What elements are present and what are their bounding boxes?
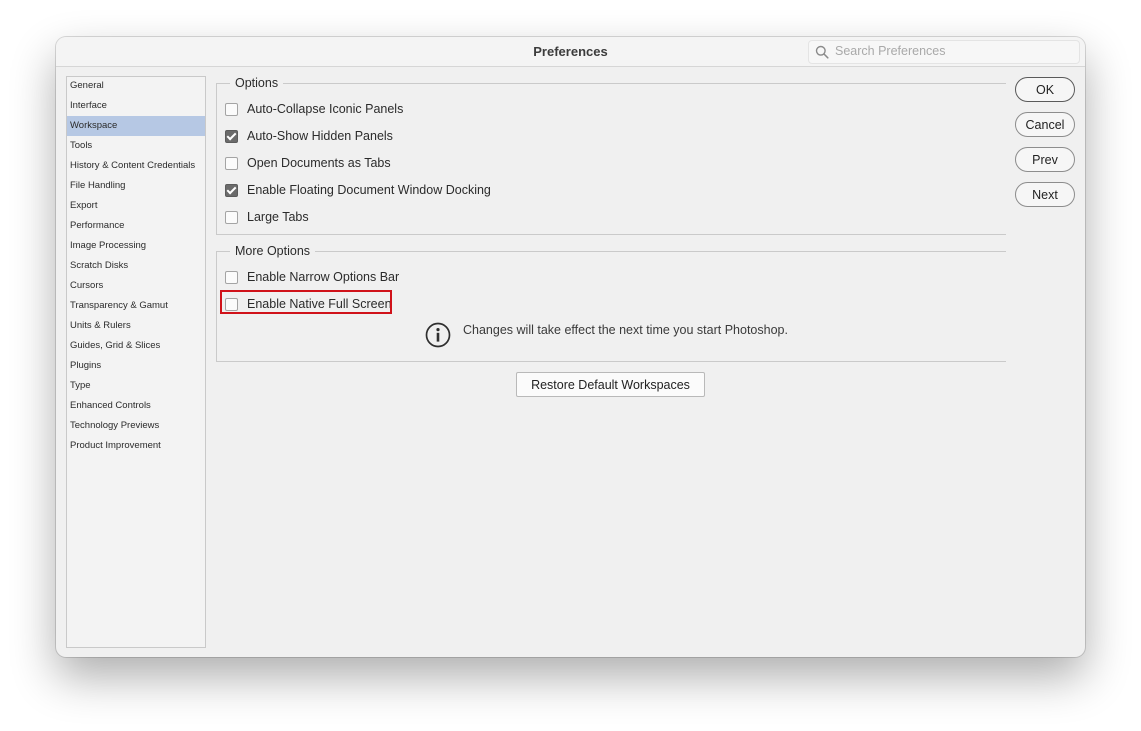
sidebar-item-history-content-credentials[interactable]: History & Content Credentials xyxy=(67,156,205,176)
option-label: Enable Narrow Options Bar xyxy=(247,270,400,284)
native-full-screen-highlight xyxy=(220,290,392,314)
info-icon xyxy=(425,322,451,348)
sidebar-item-type[interactable]: Type xyxy=(67,376,205,396)
option-enable-floating-document-window-docking[interactable]: Enable Floating Document Window Docking xyxy=(225,180,491,200)
sidebar-item-transparency-gamut[interactable]: Transparency & Gamut xyxy=(67,296,205,316)
option-large-tabs[interactable]: Large Tabs xyxy=(225,207,309,227)
large-tabs-checkbox[interactable] xyxy=(225,210,238,224)
sidebar-item-plugins[interactable]: Plugins xyxy=(67,356,205,376)
restart-notice-text: Changes will take effect the next time y… xyxy=(463,323,788,337)
title-bar: Preferences xyxy=(56,37,1085,67)
sidebar-item-export[interactable]: Export xyxy=(67,196,205,216)
option-open-documents-as-tabs[interactable]: Open Documents as Tabs xyxy=(225,153,391,173)
sidebar-item-product-improvement[interactable]: Product Improvement xyxy=(67,436,205,456)
option-label: Auto-Collapse Iconic Panels xyxy=(247,102,404,116)
option-enable-narrow-options-bar[interactable]: Enable Narrow Options Bar xyxy=(225,267,399,287)
sidebar-item-interface[interactable]: Interface xyxy=(67,96,205,116)
next-button[interactable]: Next xyxy=(1015,182,1075,207)
option-auto-show-hidden-panels[interactable]: Auto-Show Hidden Panels xyxy=(225,126,393,146)
restore-default-workspaces-button[interactable]: Restore Default Workspaces xyxy=(516,372,705,397)
sidebar-item-guides-grid-slices[interactable]: Guides, Grid & Slices xyxy=(67,336,205,356)
ok-button[interactable]: OK xyxy=(1015,77,1075,102)
sidebar-item-enhanced-controls[interactable]: Enhanced Controls xyxy=(67,396,205,416)
search-input[interactable] xyxy=(835,43,1071,59)
option-label: Large Tabs xyxy=(247,210,309,224)
cancel-button[interactable]: Cancel xyxy=(1015,112,1075,137)
sidebar-item-units-rulers[interactable]: Units & Rulers xyxy=(67,316,205,336)
option-label: Open Documents as Tabs xyxy=(247,156,391,170)
sidebar-item-image-processing[interactable]: Image Processing xyxy=(67,236,205,256)
open-documents-as-tabs-checkbox[interactable] xyxy=(225,156,238,170)
more-options-legend: More Options xyxy=(230,243,316,259)
sidebar-item-technology-previews[interactable]: Technology Previews xyxy=(67,416,205,436)
sidebar-item-tools[interactable]: Tools xyxy=(67,136,205,156)
options-legend: Options xyxy=(230,75,284,91)
option-label: Enable Floating Document Window Docking xyxy=(247,183,491,197)
auto-collapse-iconic-panels-checkbox[interactable] xyxy=(225,102,238,116)
enable-floating-document-window-docking-checkbox[interactable] xyxy=(225,183,238,197)
restart-notice: Changes will take effect the next time y… xyxy=(425,322,985,352)
option-label: Auto-Show Hidden Panels xyxy=(247,129,393,143)
sidebar-item-workspace[interactable]: Workspace xyxy=(67,116,205,136)
sidebar-item-cursors[interactable]: Cursors xyxy=(67,276,205,296)
sidebar-item-general[interactable]: General xyxy=(67,76,205,96)
sidebar-item-file-handling[interactable]: File Handling xyxy=(67,176,205,196)
option-auto-collapse-iconic-panels[interactable]: Auto-Collapse Iconic Panels xyxy=(225,99,403,119)
preferences-window: Preferences General Interface Workspace … xyxy=(56,37,1085,657)
enable-narrow-options-bar-checkbox[interactable] xyxy=(225,270,238,284)
search-icon xyxy=(815,45,829,59)
options-group: Options Auto-Collapse Iconic Panels Auto… xyxy=(216,75,1006,235)
sidebar-item-performance[interactable]: Performance xyxy=(67,216,205,236)
preferences-sidebar: General Interface Workspace Tools Histor… xyxy=(66,76,206,648)
prev-button[interactable]: Prev xyxy=(1015,147,1075,172)
sidebar-item-scratch-disks[interactable]: Scratch Disks xyxy=(67,256,205,276)
auto-show-hidden-panels-checkbox[interactable] xyxy=(225,129,238,143)
search-box[interactable] xyxy=(808,40,1080,64)
